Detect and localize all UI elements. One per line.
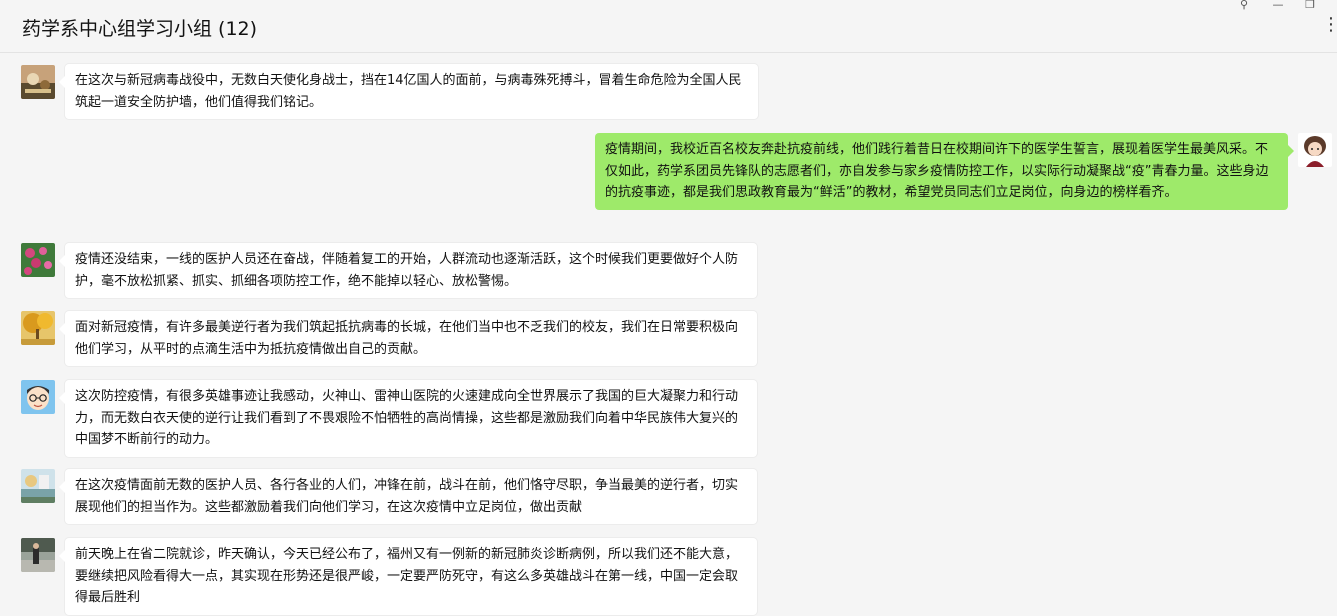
food-photo-avatar[interactable]: [21, 65, 55, 99]
more-options-icon[interactable]: ⋮: [1322, 16, 1337, 38]
pin-icon[interactable]: ⚲: [1236, 0, 1252, 12]
flowers-avatar[interactable]: [21, 243, 55, 277]
landscape-avatar[interactable]: [21, 469, 55, 503]
message-bubble[interactable]: 面对新冠疫情，有许多最美逆行者为我们筑起抵抗病毒的长城，在他们当中也不乏我们的校…: [59, 311, 757, 366]
message-bubble[interactable]: 疫情还没结束，一线的医护人员还在奋战，伴随着复工的开始，人群流动也逐渐活跃，这个…: [59, 243, 757, 298]
minimize-icon[interactable]: —: [1270, 0, 1286, 12]
message-bubble-self[interactable]: 疫情期间，我校近百名校友奔赴抗疫前线，他们践行着昔日在校期间许下的医学生誓言，展…: [595, 133, 1294, 210]
message-bubble[interactable]: 前天晚上在省二院就诊，昨天确认，今天已经公布了，福州又有一例新的新冠肺炎诊断病例…: [59, 538, 757, 615]
chat-header: 药学系中心组学习小组 (12) ⚲ — ❐ ⋮: [0, 0, 1337, 53]
message-bubble[interactable]: 在这次疫情面前无数的医护人员、各行各业的人们，冲锋在前，战斗在前，他们恪守尽职，…: [59, 469, 757, 524]
street-photo-avatar[interactable]: [21, 538, 55, 572]
cartoon-girl-avatar[interactable]: [1298, 133, 1332, 167]
autumn-tree-avatar[interactable]: [21, 311, 55, 345]
chat-title: 药学系中心组学习小组 (12): [22, 18, 258, 40]
message-bubble[interactable]: 在这次与新冠病毒战役中，无数白天使化身战士，挡在14亿国人的面前，与病毒殊死搏斗…: [59, 64, 758, 119]
message-bubble[interactable]: 这次防控疫情，有很多英雄事迹让我感动，火神山、雷神山医院的火速建成向全世界展示了…: [59, 380, 757, 457]
maximize-icon[interactable]: ❐: [1302, 0, 1318, 12]
cartoon-boy-avatar[interactable]: [21, 380, 55, 414]
